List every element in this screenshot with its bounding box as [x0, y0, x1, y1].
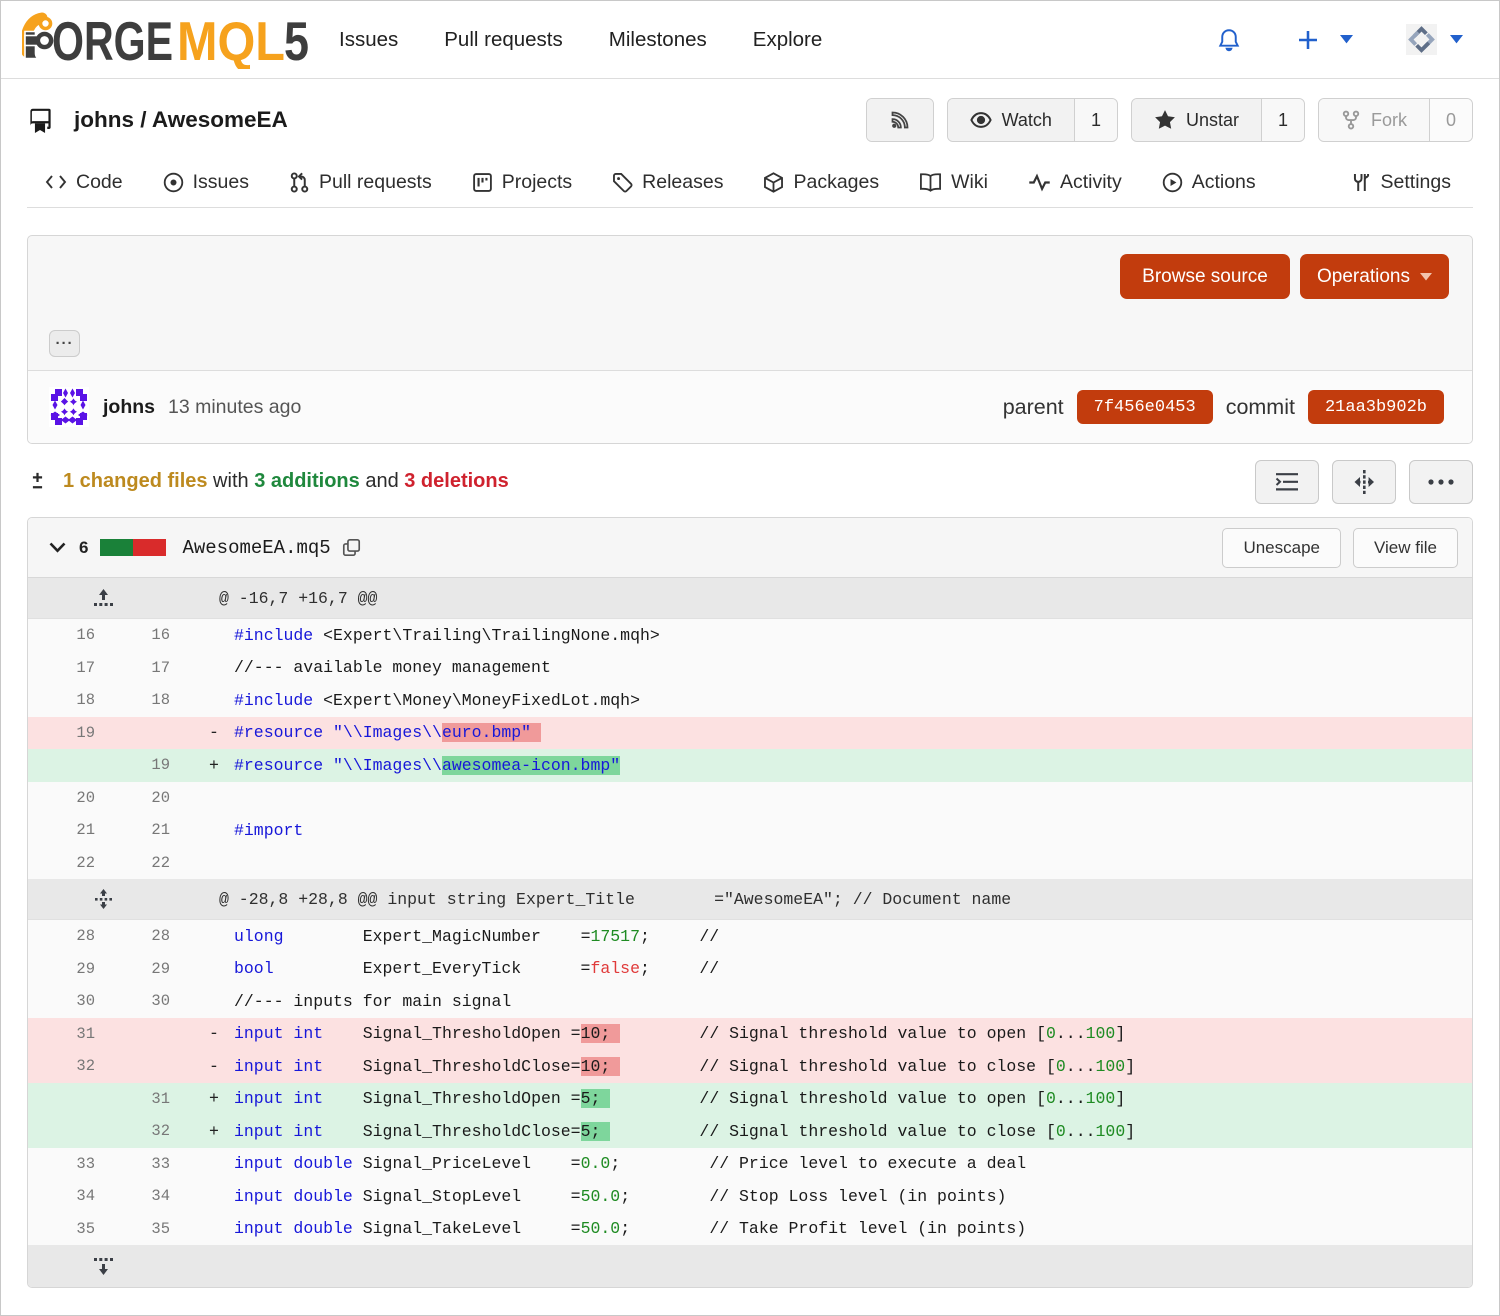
- svg-text:MQL: MQL: [177, 11, 285, 69]
- svg-text:5: 5: [284, 11, 309, 69]
- svg-text:ORGE: ORGE: [52, 11, 173, 69]
